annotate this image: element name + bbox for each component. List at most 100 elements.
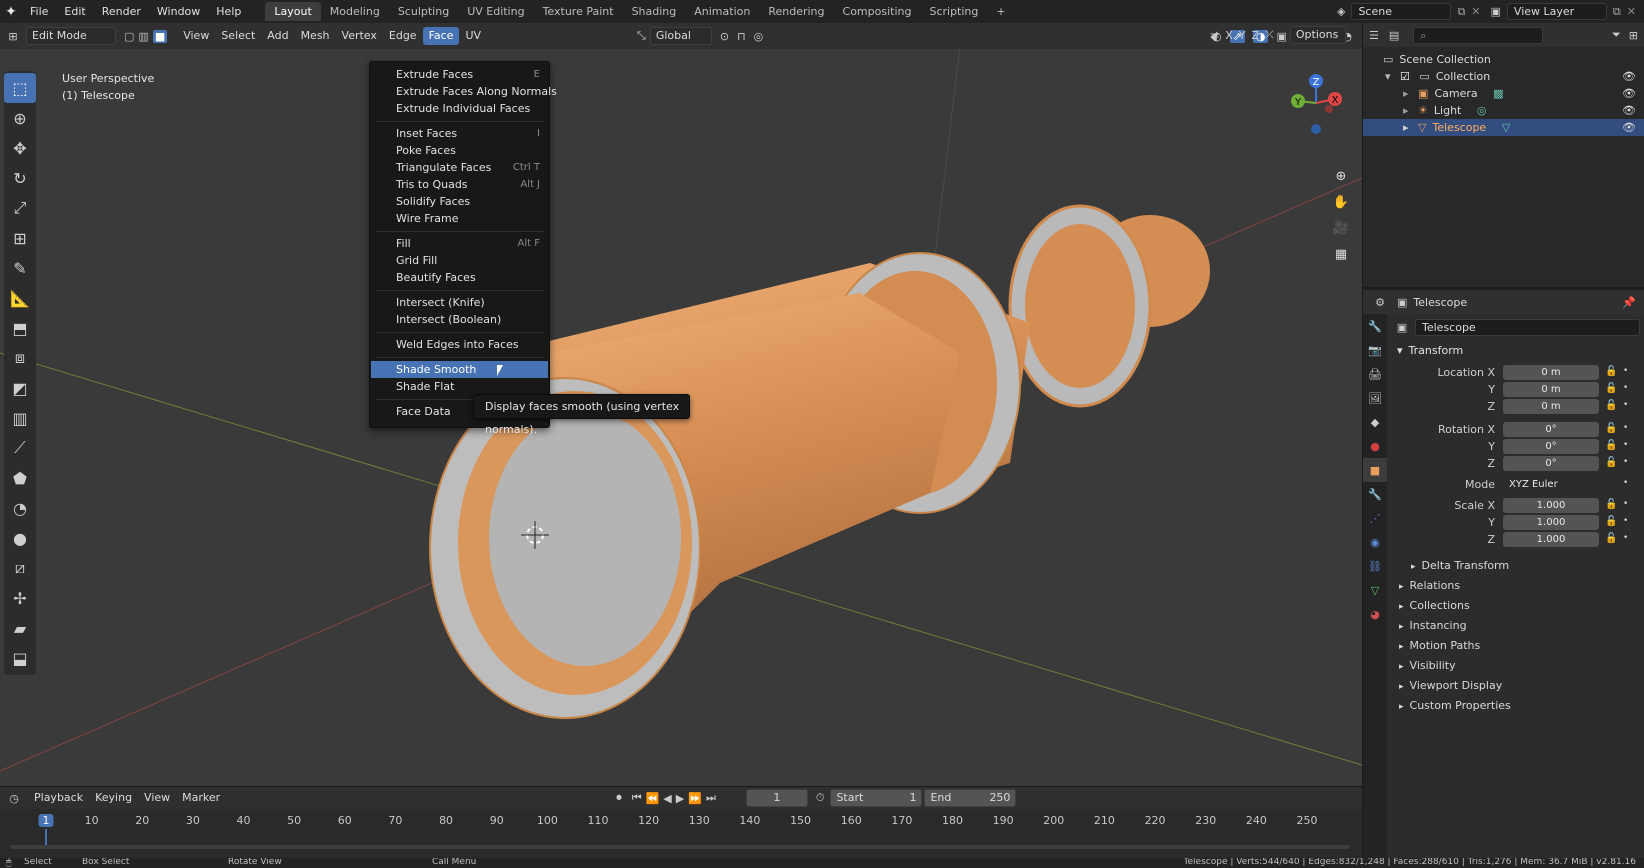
menu-edit[interactable]: Edit	[56, 0, 93, 23]
knife-tool-icon[interactable]: ⟋	[4, 433, 36, 463]
prev-keyframe-icon[interactable]: ⏪	[646, 792, 660, 805]
rotation-x-field[interactable]: 0°	[1503, 422, 1599, 437]
lock-icon[interactable]: 🔓	[1605, 383, 1617, 394]
mirror-icon[interactable]: ⇄	[1210, 29, 1219, 42]
view-layer-field[interactable]: View Layer	[1506, 3, 1607, 20]
world-tab-icon[interactable]: ●	[1363, 434, 1387, 458]
shear-tool-icon[interactable]: ▰	[4, 613, 36, 643]
spin-tool-icon[interactable]: ◔	[4, 493, 36, 523]
outliner-search-input[interactable]: ⌕	[1413, 26, 1544, 44]
close-scene-icon[interactable]: ✕	[1471, 5, 1480, 18]
record-icon[interactable]: ⏺	[616, 791, 622, 805]
outliner-row-camera[interactable]: ▸ ▣ Camera ▩ 👁	[1363, 85, 1644, 102]
rotate-tool-icon[interactable]: ↻	[4, 163, 36, 193]
tab-layout[interactable]: Layout	[265, 2, 321, 21]
marker-menu[interactable]: Marker	[176, 789, 226, 807]
object-type-icon[interactable]: ▣	[1389, 321, 1415, 334]
menu-item-intersect-knife[interactable]: Intersect (Knife)	[371, 294, 548, 311]
modifier-tab-icon[interactable]: 🔧	[1363, 482, 1387, 506]
menu-item-grid-fill[interactable]: Grid Fill	[371, 252, 548, 269]
timeline-view-menu[interactable]: View	[138, 789, 176, 807]
location-z-field[interactable]: 0 m	[1503, 399, 1599, 414]
tool-tab-icon[interactable]: 🔧	[1363, 314, 1387, 338]
keyframe-dot-icon[interactable]: •	[1623, 533, 1628, 543]
output-tab-icon[interactable]: 🖨	[1363, 362, 1387, 386]
play-icon[interactable]: ▶	[676, 792, 684, 805]
vertex-select-icon[interactable]: ▢	[124, 30, 134, 43]
play-reverse-icon[interactable]: ◀	[663, 792, 671, 805]
outliner-editor-icon[interactable]: ☰	[1369, 29, 1379, 42]
ortho-grid-icon[interactable]: ▦	[1328, 241, 1354, 267]
tab-shading[interactable]: Shading	[623, 2, 686, 21]
eye-icon[interactable]: 👁	[1622, 85, 1636, 102]
menu-item-inset-faces[interactable]: Inset Faces I	[371, 125, 548, 142]
pan-hand-icon[interactable]: ✋	[1328, 189, 1354, 215]
transform-panel-header[interactable]: ▾ Transform	[1389, 340, 1644, 362]
menu-item-wire-frame[interactable]: Wire Frame	[371, 210, 548, 227]
poly-build-tool-icon[interactable]: ⬟	[4, 463, 36, 493]
particles-tab-icon[interactable]: ⋰	[1363, 506, 1387, 530]
expand-arrow-icon[interactable]: ▾	[1385, 70, 1391, 83]
tab-texture-paint[interactable]: Texture Paint	[534, 2, 623, 21]
material-tab-icon[interactable]: ◕	[1363, 602, 1387, 626]
outliner-row-light[interactable]: ▸ ☀ Light ◎ 👁	[1363, 102, 1644, 119]
tab-scripting[interactable]: Scripting	[920, 2, 987, 21]
menu-item-poke-faces[interactable]: Poke Faces	[371, 142, 548, 159]
lock-icon[interactable]: 🔓	[1605, 499, 1617, 510]
annotate-tool-icon[interactable]: ✎	[4, 253, 36, 283]
scale-z-field[interactable]: 1.000	[1503, 532, 1599, 547]
keyframe-dot-icon[interactable]: •	[1623, 400, 1628, 410]
end-frame-field[interactable]: End 250	[924, 789, 1017, 807]
tab-sculpting[interactable]: Sculpting	[389, 2, 458, 21]
add-workspace-icon[interactable]: +	[987, 2, 1014, 21]
close-view-layer-icon[interactable]: ✕	[1627, 5, 1636, 18]
navigation-gizmo[interactable]: Z X Y	[1283, 71, 1353, 141]
custom-properties-panel[interactable]: ▸ Custom Properties	[1389, 696, 1644, 716]
physics-tab-icon[interactable]: ◉	[1363, 530, 1387, 554]
menu-item-shade-flat[interactable]: Shade Flat	[371, 378, 548, 395]
camera-view-icon[interactable]: 🎥	[1328, 215, 1354, 241]
menu-item-shade-smooth[interactable]: Shade Smooth	[371, 361, 548, 378]
copy-view-layer-icon[interactable]: ⧉	[1613, 5, 1621, 19]
keyframe-dot-icon[interactable]: •	[1623, 516, 1628, 526]
cursor-tool-icon[interactable]: ⊕	[4, 103, 36, 133]
keyframe-dot-icon[interactable]: •	[1623, 457, 1628, 467]
menu-item-tris-to-quads[interactable]: Tris to Quads Alt J	[371, 176, 548, 193]
object-name-field[interactable]: Telescope	[1415, 318, 1640, 336]
move-tool-icon[interactable]: ✥	[4, 133, 36, 163]
menu-item-weld-edges[interactable]: Weld Edges into Faces	[371, 336, 548, 353]
menu-item-triangulate-faces[interactable]: Triangulate Faces Ctrl T	[371, 159, 548, 176]
mirror-x-toggle[interactable]: X	[1225, 29, 1233, 42]
edge-select-icon[interactable]: ▥	[138, 30, 148, 43]
frame-ruler[interactable]: 1 10 20 30 40 50 60 70 80 90 100 110 120 130 140 150 160…	[0, 811, 1340, 847]
outliner-row-collection[interactable]: ▾ ☑ ▭ Collection 👁	[1363, 68, 1644, 85]
menu-item-intersect-boolean[interactable]: Intersect (Boolean)	[371, 311, 548, 328]
jump-end-icon[interactable]: ⏭	[706, 791, 716, 805]
location-y-field[interactable]: 0 m	[1503, 382, 1599, 397]
orientation-dropdown[interactable]: Global	[649, 27, 712, 45]
menu-select[interactable]: Select	[215, 27, 261, 45]
scale-x-field[interactable]: 1.000	[1503, 498, 1599, 513]
scene-field[interactable]: Scene	[1351, 3, 1452, 20]
pivot-icon[interactable]: ⊙	[720, 30, 729, 43]
menu-add[interactable]: Add	[261, 27, 294, 45]
visibility-panel[interactable]: ▸ Visibility	[1389, 656, 1644, 676]
tab-rendering[interactable]: Rendering	[759, 2, 833, 21]
filter-icon[interactable]: ⏷	[1612, 28, 1621, 42]
collections-panel[interactable]: ▸ Collections	[1389, 596, 1644, 616]
copy-scene-icon[interactable]: ⧉	[1457, 5, 1465, 19]
view-layer-tab-icon[interactable]: 🖼	[1363, 386, 1387, 410]
menu-item-extrude-along-normals[interactable]: Extrude Faces Along Normals	[371, 83, 557, 100]
delta-transform-panel[interactable]: ▸ Delta Transform	[1389, 556, 1644, 576]
menu-vertex[interactable]: Vertex	[336, 27, 383, 45]
viewport-display-panel[interactable]: ▸ Viewport Display	[1389, 676, 1644, 696]
timeline-scrollbar[interactable]	[10, 845, 1350, 849]
menu-help[interactable]: Help	[208, 0, 249, 23]
start-frame-field[interactable]: Start 1	[830, 789, 923, 807]
loop-cut-tool-icon[interactable]: ▥	[4, 403, 36, 433]
keying-menu[interactable]: Keying	[89, 789, 138, 807]
tab-animation[interactable]: Animation	[685, 2, 759, 21]
next-keyframe-icon[interactable]: ⏩	[688, 792, 702, 805]
snap-icon[interactable]: ⊓	[737, 30, 746, 43]
checkbox-icon[interactable]: ☑	[1400, 70, 1410, 83]
